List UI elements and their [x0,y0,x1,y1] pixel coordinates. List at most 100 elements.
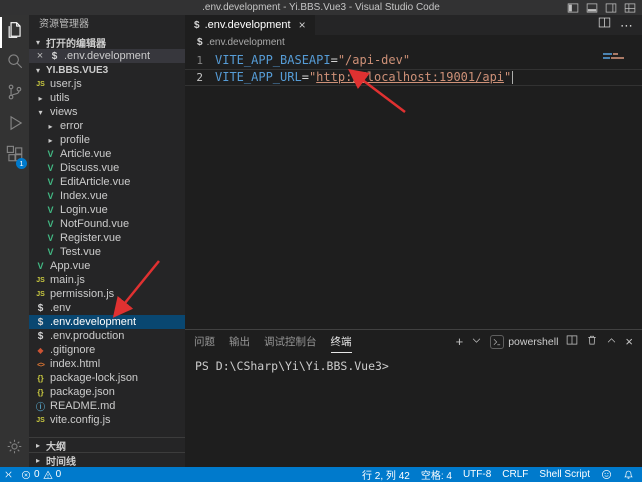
new-terminal-icon[interactable]: + [456,335,464,348]
tree-item-EditArticle.vue[interactable]: VEditArticle.vue [29,175,185,189]
settings-button[interactable] [0,433,29,464]
file-name: Login.vue [60,204,108,216]
open-editors-header[interactable]: ▾ 打开的编辑器 [29,35,185,49]
tree-item-package-lock.json[interactable]: {}package-lock.json [29,371,185,385]
file-name: package.json [50,386,115,398]
tree-item-.env.development[interactable]: $.env.development [29,315,185,329]
kill-terminal-icon[interactable] [586,333,598,351]
indentation[interactable]: 空格: 4 [421,467,452,482]
tree-item-permission.js[interactable]: JSpermission.js [29,287,185,301]
tree-item-views[interactable]: ▾views [29,105,185,119]
extensions-badge: 1 [16,158,27,169]
tree-item-profile[interactable]: ▸profile [29,133,185,147]
tree-item-.env.production[interactable]: $ .env.production [29,329,185,343]
tree-item-error[interactable]: ▸error [29,119,185,133]
sidebar-title: 资源管理器 [29,15,185,35]
outline-section[interactable]: ▸ 大纲 [29,437,185,452]
more-actions-icon[interactable]: ⋯ [620,19,633,32]
tab-env-development[interactable]: $ .env.development × [185,15,315,35]
timeline-section[interactable]: ▸ 时间线 [29,452,185,467]
tree-item-Register.vue[interactable]: VRegister.vue [29,231,185,245]
split-editor-icon[interactable] [598,16,611,34]
html-file-icon: <> [35,360,46,369]
maximize-panel-icon[interactable] [606,333,617,351]
project-section-header[interactable]: ▾ YI.BBS.VUE3 [29,63,185,77]
chevron-down-icon: ▾ [33,66,43,75]
toggle-sidebar-icon[interactable] [567,2,579,14]
shell-file-icon: $ [35,303,46,314]
search-icon [6,52,24,75]
remote-indicator[interactable] [3,469,14,480]
terminal-output[interactable]: PS D:\CSharp\Yi\Yi.BBS.Vue3> [185,353,642,467]
minimap[interactable] [603,53,639,61]
encoding[interactable]: UTF-8 [463,469,491,480]
file-tree: JSuser.js▸utils▾views▸error▸profileVArti… [29,77,185,437]
vue-file-icon: V [45,205,56,215]
feedback-smiley-icon[interactable] [601,469,612,480]
language-mode[interactable]: Shell Script [539,469,590,480]
split-terminal-icon[interactable] [566,333,578,351]
shell-file-icon: $ [35,331,46,342]
tree-item-README.md[interactable]: ⓘREADME.md [29,399,185,413]
vue-file-icon: V [45,177,56,187]
tab-bar: $ .env.development × ⋯ [185,15,642,35]
tree-item-main.js[interactable]: JSmain.js [29,273,185,287]
activity-search[interactable] [0,48,29,79]
open-editor-name: .env.development [64,50,150,62]
terminal-prompt: PS D:\CSharp\Yi\Yi.BBS.Vue3> [195,359,389,373]
vue-file-icon: V [45,149,56,159]
warning-icon [43,470,53,480]
breadcrumb[interactable]: $ .env.development [185,35,642,50]
warning-count: 0 [56,469,62,480]
tree-item-Index.vue[interactable]: VIndex.vue [29,189,185,203]
tree-item-index.html[interactable]: <>index.html [29,357,185,371]
cursor-position[interactable]: 行 2, 列 42 [362,467,410,482]
url-link[interactable]: http://localhost:19001/api [316,69,504,86]
terminal-shell-selector[interactable]: powershell [490,335,558,349]
problems-status[interactable]: 0 0 [21,469,61,480]
tree-item-Test.vue[interactable]: VTest.vue [29,245,185,259]
tree-item-App.vue[interactable]: VApp.vue [29,259,185,273]
tree-item-NotFound.vue[interactable]: VNotFound.vue [29,217,185,231]
code-editor[interactable]: 1VITE_APP_BASEAPI="/api-dev" 2VITE_APP_U… [185,50,642,329]
tree-item-.env[interactable]: $.env [29,301,185,315]
file-name: package-lock.json [50,372,138,384]
git-file-icon: ◆ [35,346,46,355]
tree-item-.gitignore[interactable]: ◆.gitignore [29,343,185,357]
panel-tab-终端[interactable]: 终端 [331,330,352,353]
panel-tabs: 问题输出调试控制台终端 [194,330,352,353]
activity-source-control[interactable] [0,79,29,110]
tree-item-utils[interactable]: ▸utils [29,91,185,105]
toggle-panel-icon[interactable] [586,2,598,14]
open-editor-item[interactable]: × $ .env.development [29,49,185,63]
tree-item-Login.vue[interactable]: V Login.vue [29,203,185,217]
tree-item-user.js[interactable]: JSuser.js [29,77,185,91]
activity-extensions[interactable]: 1 [0,141,29,172]
activity-explorer[interactable] [0,17,29,48]
file-name: .env.production [50,330,124,342]
chevron-right-icon: ▸ [35,94,46,103]
file-name: user.js [50,78,82,90]
tree-item-Article.vue[interactable]: VArticle.vue [29,147,185,161]
tree-item-vite.config.js[interactable]: JSvite.config.js [29,413,185,427]
code-line-1: 1VITE_APP_BASEAPI="/api-dev" [185,52,642,69]
close-panel-icon[interactable]: × [625,335,633,348]
panel-tab-调试控制台[interactable]: 调试控制台 [264,330,317,353]
notifications-bell-icon[interactable] [623,469,634,480]
activity-run-debug[interactable] [0,110,29,141]
files-icon [6,21,24,44]
title-bar: .env.development - Yi.BBS.Vue3 - Visual … [0,0,642,15]
close-icon[interactable]: × [35,50,45,62]
file-name: vite.config.js [50,414,111,426]
panel-tab-输出[interactable]: 输出 [229,330,250,353]
vscode-window: .env.development - Yi.BBS.Vue3 - Visual … [0,0,642,482]
tree-item-package.json[interactable]: {}package.json [29,385,185,399]
close-icon[interactable]: × [299,18,306,32]
toggle-secondary-sidebar-icon[interactable] [605,2,617,14]
eol-sequence[interactable]: CRLF [502,469,528,480]
gear-icon [6,438,23,460]
customize-layout-icon[interactable] [624,2,636,14]
tree-item-Discuss.vue[interactable]: VDiscuss.vue [29,161,185,175]
chevron-down-icon[interactable] [471,333,482,351]
panel-tab-问题[interactable]: 问题 [194,330,215,353]
